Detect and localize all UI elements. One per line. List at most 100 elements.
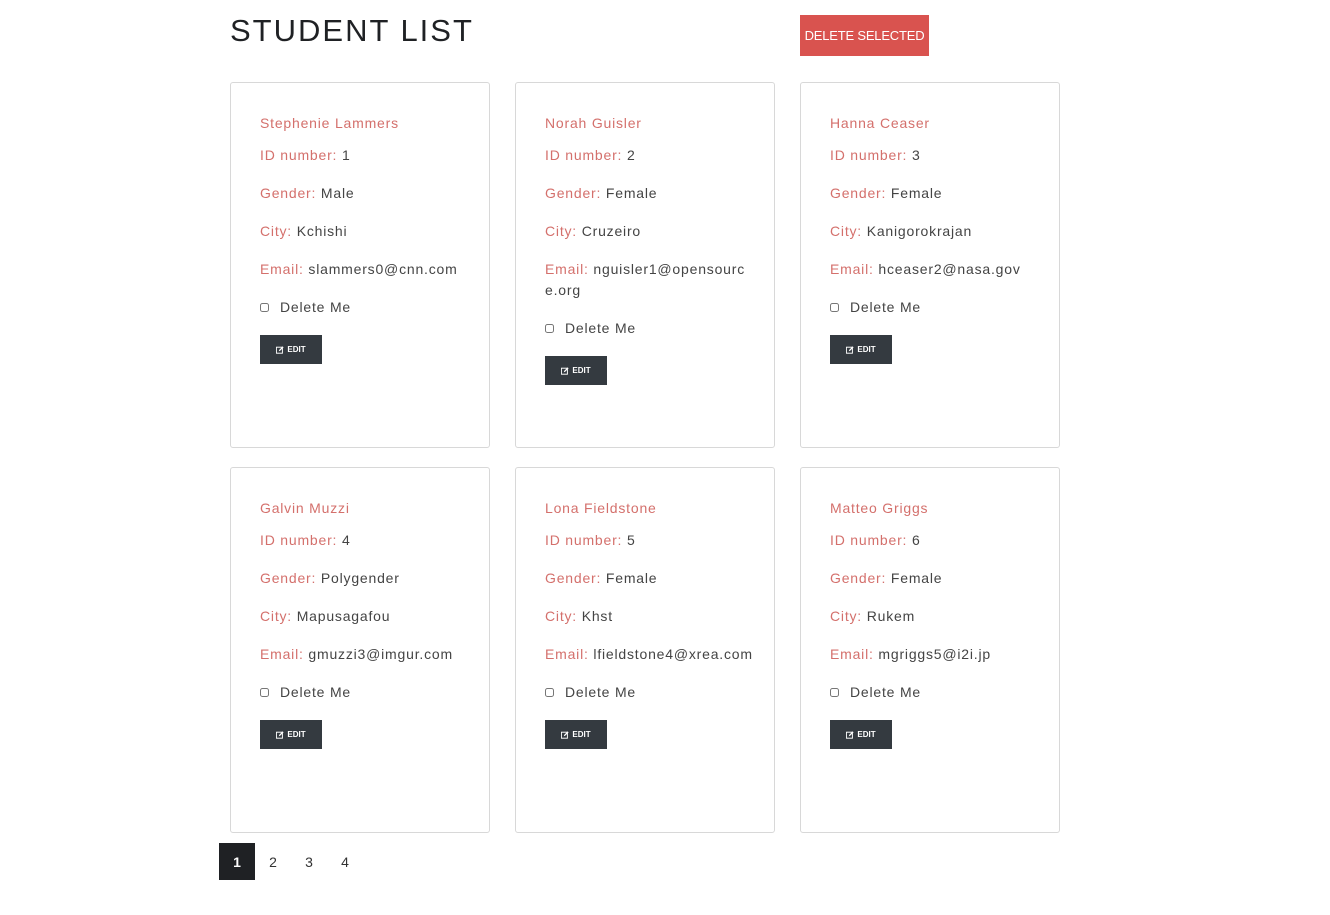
page-link-3[interactable]: 3 bbox=[291, 843, 327, 880]
gender-label: Gender: bbox=[545, 570, 602, 586]
delete-me-checkbox[interactable] bbox=[260, 687, 269, 697]
city-label: City: bbox=[260, 223, 292, 239]
delete-selected-button[interactable]: DELETE SELECTED bbox=[800, 15, 929, 56]
student-card: Stephenie Lammers ID number: 1 Gender: M… bbox=[230, 82, 490, 448]
gender-row: Gender: Polygender bbox=[260, 568, 469, 589]
gender-value: Female bbox=[890, 570, 943, 586]
id-row: ID number: 3 bbox=[830, 145, 1039, 166]
delete-me-checkbox[interactable] bbox=[545, 687, 554, 697]
student-name: Stephenie Lammers bbox=[260, 115, 399, 131]
city-value: Kanigorokrajan bbox=[866, 223, 973, 239]
page-link-2[interactable]: 2 bbox=[255, 843, 291, 880]
student-card-body: Lona Fieldstone ID number: 5 Gender: Fem… bbox=[545, 499, 754, 749]
student-name: Hanna Ceaser bbox=[830, 115, 930, 131]
delete-me-checkbox[interactable] bbox=[260, 302, 269, 312]
city-label: City: bbox=[545, 608, 577, 624]
id-value: 6 bbox=[911, 532, 921, 548]
delete-me-row[interactable]: Delete Me bbox=[830, 297, 1039, 317]
id-value: 2 bbox=[626, 147, 636, 163]
edit-label: EDIT bbox=[572, 366, 591, 375]
student-card-body: Stephenie Lammers ID number: 1 Gender: M… bbox=[260, 114, 469, 364]
student-list-page: STUDENT LIST DELETE SELECTED Stephenie L… bbox=[0, 0, 1330, 915]
city-row: City: Khst bbox=[545, 606, 754, 627]
email-label: Email: bbox=[830, 646, 874, 662]
city-row: City: Cruzeiro bbox=[545, 221, 754, 242]
gender-row: Gender: Female bbox=[830, 568, 1039, 589]
delete-me-checkbox[interactable] bbox=[830, 302, 839, 312]
edit-button[interactable]: EDIT bbox=[545, 720, 607, 749]
gender-label: Gender: bbox=[830, 185, 887, 201]
delete-me-row[interactable]: Delete Me bbox=[545, 682, 754, 702]
student-card: Norah Guisler ID number: 2 Gender: Femal… bbox=[515, 82, 775, 448]
city-label: City: bbox=[830, 608, 862, 624]
city-value: Cruzeiro bbox=[581, 223, 642, 239]
delete-me-row[interactable]: Delete Me bbox=[545, 318, 754, 338]
edit-icon bbox=[561, 730, 569, 739]
student-card: Hanna Ceaser ID number: 3 Gender: Female… bbox=[800, 82, 1060, 448]
email-label: Email: bbox=[260, 646, 304, 662]
email-label: Email: bbox=[545, 261, 589, 277]
student-card-body: Galvin Muzzi ID number: 4 Gender: Polyge… bbox=[260, 499, 469, 749]
student-card-body: Hanna Ceaser ID number: 3 Gender: Female… bbox=[830, 114, 1039, 364]
edit-button[interactable]: EDIT bbox=[830, 720, 892, 749]
email-value: lfieldstone4@xrea.com bbox=[593, 646, 753, 662]
student-card: Galvin Muzzi ID number: 4 Gender: Polyge… bbox=[230, 467, 490, 833]
email-row: Email: lfieldstone4@xrea.com bbox=[545, 644, 754, 665]
email-value: slammers0@cnn.com bbox=[308, 261, 458, 277]
gender-label: Gender: bbox=[545, 185, 602, 201]
email-label: Email: bbox=[830, 261, 874, 277]
edit-label: EDIT bbox=[572, 730, 591, 739]
delete-me-checkbox[interactable] bbox=[830, 687, 839, 697]
delete-me-label: Delete Me bbox=[280, 684, 352, 700]
email-label: Email: bbox=[545, 646, 589, 662]
edit-button[interactable]: EDIT bbox=[260, 720, 322, 749]
edit-icon bbox=[276, 730, 284, 739]
city-value: Khst bbox=[581, 608, 613, 624]
id-value: 1 bbox=[341, 147, 351, 163]
delete-me-label: Delete Me bbox=[565, 684, 637, 700]
student-name: Galvin Muzzi bbox=[260, 500, 350, 516]
page-link-4[interactable]: 4 bbox=[327, 843, 363, 880]
edit-label: EDIT bbox=[857, 345, 876, 354]
delete-me-row[interactable]: Delete Me bbox=[830, 682, 1039, 702]
id-value: 3 bbox=[911, 147, 921, 163]
student-name: Matteo Griggs bbox=[830, 500, 929, 516]
email-value: gmuzzi3@imgur.com bbox=[308, 646, 453, 662]
delete-me-label: Delete Me bbox=[565, 320, 637, 336]
page-link-1[interactable]: 1 bbox=[219, 843, 255, 880]
gender-row: Gender: Female bbox=[545, 183, 754, 204]
city-row: City: Kanigorokrajan bbox=[830, 221, 1039, 242]
email-row: Email: hceaser2@nasa.gov bbox=[830, 259, 1039, 280]
city-value: Mapusagafou bbox=[296, 608, 391, 624]
delete-me-label: Delete Me bbox=[850, 684, 922, 700]
gender-value: Polygender bbox=[320, 570, 400, 586]
city-label: City: bbox=[830, 223, 862, 239]
email-row: Email: gmuzzi3@imgur.com bbox=[260, 644, 469, 665]
id-row: ID number: 6 bbox=[830, 530, 1039, 551]
student-name: Norah Guisler bbox=[545, 115, 642, 131]
email-value: hceaser2@nasa.gov bbox=[878, 261, 1021, 277]
id-row: ID number: 4 bbox=[260, 530, 469, 551]
edit-button[interactable]: EDIT bbox=[260, 335, 322, 364]
edit-label: EDIT bbox=[857, 730, 876, 739]
gender-row: Gender: Male bbox=[260, 183, 469, 204]
gender-label: Gender: bbox=[830, 570, 887, 586]
student-card: Lona Fieldstone ID number: 5 Gender: Fem… bbox=[515, 467, 775, 833]
delete-me-row[interactable]: Delete Me bbox=[260, 297, 469, 317]
gender-value: Female bbox=[605, 570, 658, 586]
gender-row: Gender: Female bbox=[545, 568, 754, 589]
delete-me-checkbox[interactable] bbox=[545, 323, 554, 333]
city-value: Rukem bbox=[866, 608, 916, 624]
delete-me-row[interactable]: Delete Me bbox=[260, 682, 469, 702]
student-card-body: Norah Guisler ID number: 2 Gender: Femal… bbox=[545, 114, 754, 385]
city-label: City: bbox=[260, 608, 292, 624]
id-row: ID number: 1 bbox=[260, 145, 469, 166]
id-row: ID number: 2 bbox=[545, 145, 754, 166]
id-label: ID number: bbox=[260, 532, 338, 548]
email-row: Email: slammers0@cnn.com bbox=[260, 259, 469, 280]
edit-button[interactable]: EDIT bbox=[830, 335, 892, 364]
edit-button[interactable]: EDIT bbox=[545, 356, 607, 385]
id-label: ID number: bbox=[830, 147, 908, 163]
id-label: ID number: bbox=[545, 532, 623, 548]
student-card-body: Matteo Griggs ID number: 6 Gender: Femal… bbox=[830, 499, 1039, 749]
